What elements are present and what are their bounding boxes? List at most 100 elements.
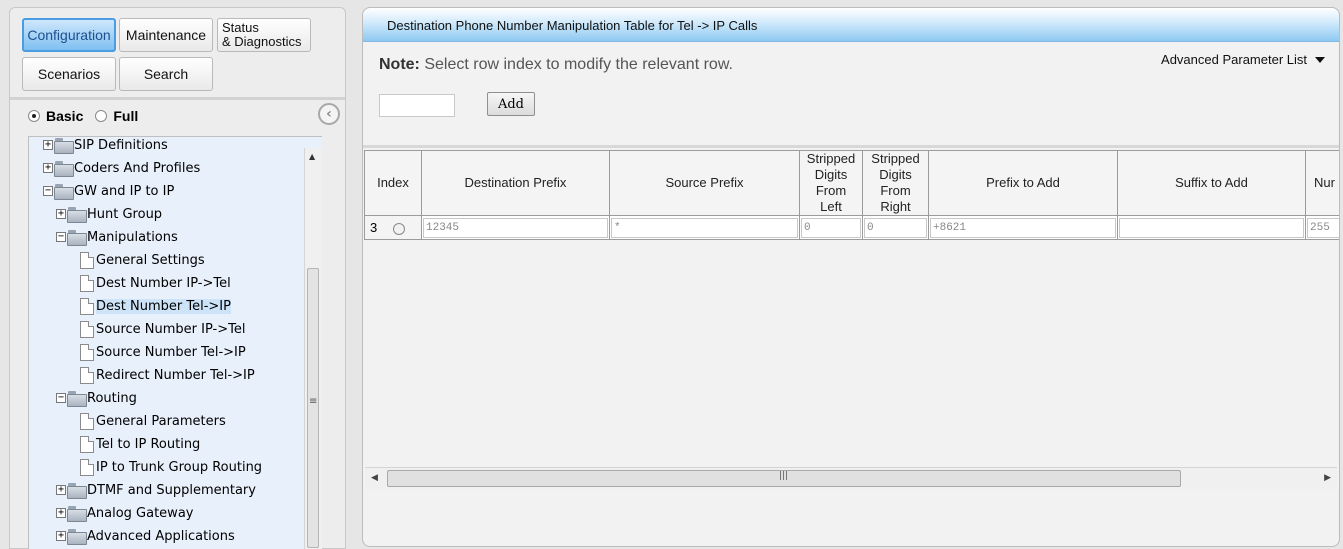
tree-item[interactable]: + Coders And Profiles xyxy=(43,158,200,178)
scroll-up-icon[interactable]: ▲ xyxy=(309,152,315,161)
status-line-1: Status xyxy=(222,20,259,35)
full-label: Full xyxy=(113,108,139,124)
tree-item[interactable]: + Hunt Group xyxy=(56,204,162,224)
status-line-2: & Diagnostics xyxy=(222,34,302,49)
content-panel: Destination Phone Number Manipulation Ta… xyxy=(362,7,1340,547)
table-horizontal-scrollbar[interactable]: ◀ ||| ▶ xyxy=(365,467,1337,489)
folder-icon xyxy=(67,506,87,522)
number-field[interactable]: 255 xyxy=(1307,217,1339,238)
expand-icon[interactable]: + xyxy=(56,508,66,518)
stripped-right-word-1: Stripped xyxy=(871,151,920,166)
tree-item[interactable]: − Manipulations xyxy=(56,227,178,247)
tree-item-label: SIP Definitions xyxy=(74,137,168,153)
note-label: Note: xyxy=(379,56,420,73)
add-index-input[interactable] xyxy=(379,94,455,117)
view-mode-selector: Basic Full xyxy=(28,108,138,124)
cell-number: 255 xyxy=(1305,215,1339,240)
row-index-cell: 3 xyxy=(364,215,422,240)
scroll-left-icon[interactable]: ◀ xyxy=(371,473,378,483)
advanced-parameter-list-toggle[interactable]: Advanced Parameter List xyxy=(1161,52,1325,67)
collapse-icon[interactable]: − xyxy=(56,232,66,242)
expand-icon[interactable]: + xyxy=(43,140,53,150)
nav-divider xyxy=(10,97,345,100)
row-select-radio[interactable] xyxy=(393,222,406,235)
page-icon xyxy=(80,297,94,315)
page-icon xyxy=(80,435,94,453)
scenarios-button[interactable]: Scenarios xyxy=(22,57,116,91)
tree-item-label: Source Number Tel->IP xyxy=(96,344,246,360)
tree-item[interactable]: − GW and IP to IP xyxy=(43,181,174,201)
suffix-to-add-field[interactable] xyxy=(1119,217,1304,238)
cell-stripped-right: 0 xyxy=(862,215,929,240)
basic-label: Basic xyxy=(46,108,84,124)
scroll-grip-icon: ||| xyxy=(779,471,789,481)
tree-item-label: Tel to IP Routing xyxy=(96,436,201,452)
scroll-right-icon[interactable]: ▶ xyxy=(1324,473,1331,483)
tree-item[interactable]: + SIP Definitions xyxy=(43,137,168,155)
stripped-left-field[interactable]: 0 xyxy=(801,217,861,238)
expand-icon[interactable]: + xyxy=(56,209,66,219)
page-icon xyxy=(80,343,94,361)
tree-item[interactable]: + Analog Gateway xyxy=(56,503,193,523)
stripped-left-word-3: From xyxy=(815,183,847,198)
manipulation-table-area: Index Destination Prefix Source Prefix S… xyxy=(363,145,1339,467)
search-button[interactable]: Search xyxy=(119,57,213,91)
col-header-source-prefix: Source Prefix xyxy=(609,150,800,216)
cell-stripped-left: 0 xyxy=(799,215,863,240)
scroll-grip-icon: ≡ xyxy=(309,396,318,407)
tree-item[interactable]: + DTMF and Supplementary xyxy=(56,480,256,500)
page-icon xyxy=(80,412,94,430)
tree-item[interactable]: General Settings xyxy=(80,250,205,270)
collapse-icon[interactable]: − xyxy=(56,393,66,403)
prefix-to-add-field[interactable]: +8621 xyxy=(930,217,1116,238)
stripped-right-word-3: From xyxy=(880,183,911,198)
tree-item[interactable]: General Parameters xyxy=(80,411,226,431)
tree-item-label: GW and IP to IP xyxy=(74,183,175,199)
tree-item[interactable]: − Routing xyxy=(56,388,137,408)
tree-scroll-thumb[interactable] xyxy=(307,268,319,548)
folder-icon xyxy=(67,207,87,223)
advanced-parameter-list-label: Advanced Parameter List xyxy=(1161,52,1307,67)
configuration-tab-label: Configuration xyxy=(27,27,111,43)
status-diagnostics-tab[interactable]: Status & Diagnostics xyxy=(217,18,311,52)
col-header-number: Nur xyxy=(1305,150,1339,216)
col-header-stripped-left: Stripped Digits From Left xyxy=(799,150,863,216)
collapse-icon[interactable]: − xyxy=(43,186,53,196)
tree-item-label: Dest Number Tel->IP xyxy=(96,298,231,314)
tree-item-label: Redirect Number Tel->IP xyxy=(96,367,255,383)
tree-item[interactable]: Redirect Number Tel->IP xyxy=(80,365,255,385)
tree-item[interactable]: + Advanced Applications xyxy=(56,526,235,546)
col-header-suffix-to-add: Suffix to Add xyxy=(1117,150,1306,216)
maintenance-tab[interactable]: Maintenance xyxy=(119,18,213,52)
tree-item[interactable]: Tel to IP Routing xyxy=(80,434,200,454)
tree-item-label: IP to Trunk Group Routing xyxy=(96,459,263,475)
expand-icon[interactable]: + xyxy=(43,163,53,173)
folder-icon xyxy=(67,391,87,407)
add-button[interactable]: Add xyxy=(487,92,535,116)
tree-item[interactable]: IP to Trunk Group Routing xyxy=(80,457,262,477)
expand-icon[interactable]: + xyxy=(56,531,66,541)
tree-scrollbar[interactable]: ▲ ≡ xyxy=(304,148,321,549)
tree-item-label: Dest Number IP->Tel xyxy=(96,275,231,291)
tree-item[interactable]: Dest Number IP->Tel xyxy=(80,273,231,293)
full-radio[interactable] xyxy=(95,110,108,122)
tree-item[interactable]: Source Number Tel->IP xyxy=(80,342,246,362)
stripped-right-field[interactable]: 0 xyxy=(864,217,927,238)
maintenance-tab-label: Maintenance xyxy=(125,27,207,43)
cell-prefix-to-add: +8621 xyxy=(928,215,1118,240)
basic-radio[interactable] xyxy=(28,110,40,122)
folder-icon xyxy=(54,161,74,177)
configuration-tab[interactable]: Configuration xyxy=(22,18,116,52)
expand-icon[interactable]: + xyxy=(56,485,66,495)
tree-item[interactable]: Dest Number Tel->IP xyxy=(80,296,231,316)
note-text: Note: Select row index to modify the rel… xyxy=(379,56,733,74)
collapse-panel-icon[interactable]: ‹ xyxy=(318,103,340,125)
col-header-destination-prefix: Destination Prefix xyxy=(421,150,610,216)
destination-prefix-field[interactable]: 12345 xyxy=(423,217,608,238)
source-prefix-field[interactable]: * xyxy=(611,217,798,238)
folder-icon xyxy=(54,138,74,154)
tree-item-label: Hunt Group xyxy=(87,206,163,222)
tree-item[interactable]: Source Number IP->Tel xyxy=(80,319,245,339)
page-icon xyxy=(80,274,94,292)
add-button-label: Add xyxy=(497,96,525,112)
